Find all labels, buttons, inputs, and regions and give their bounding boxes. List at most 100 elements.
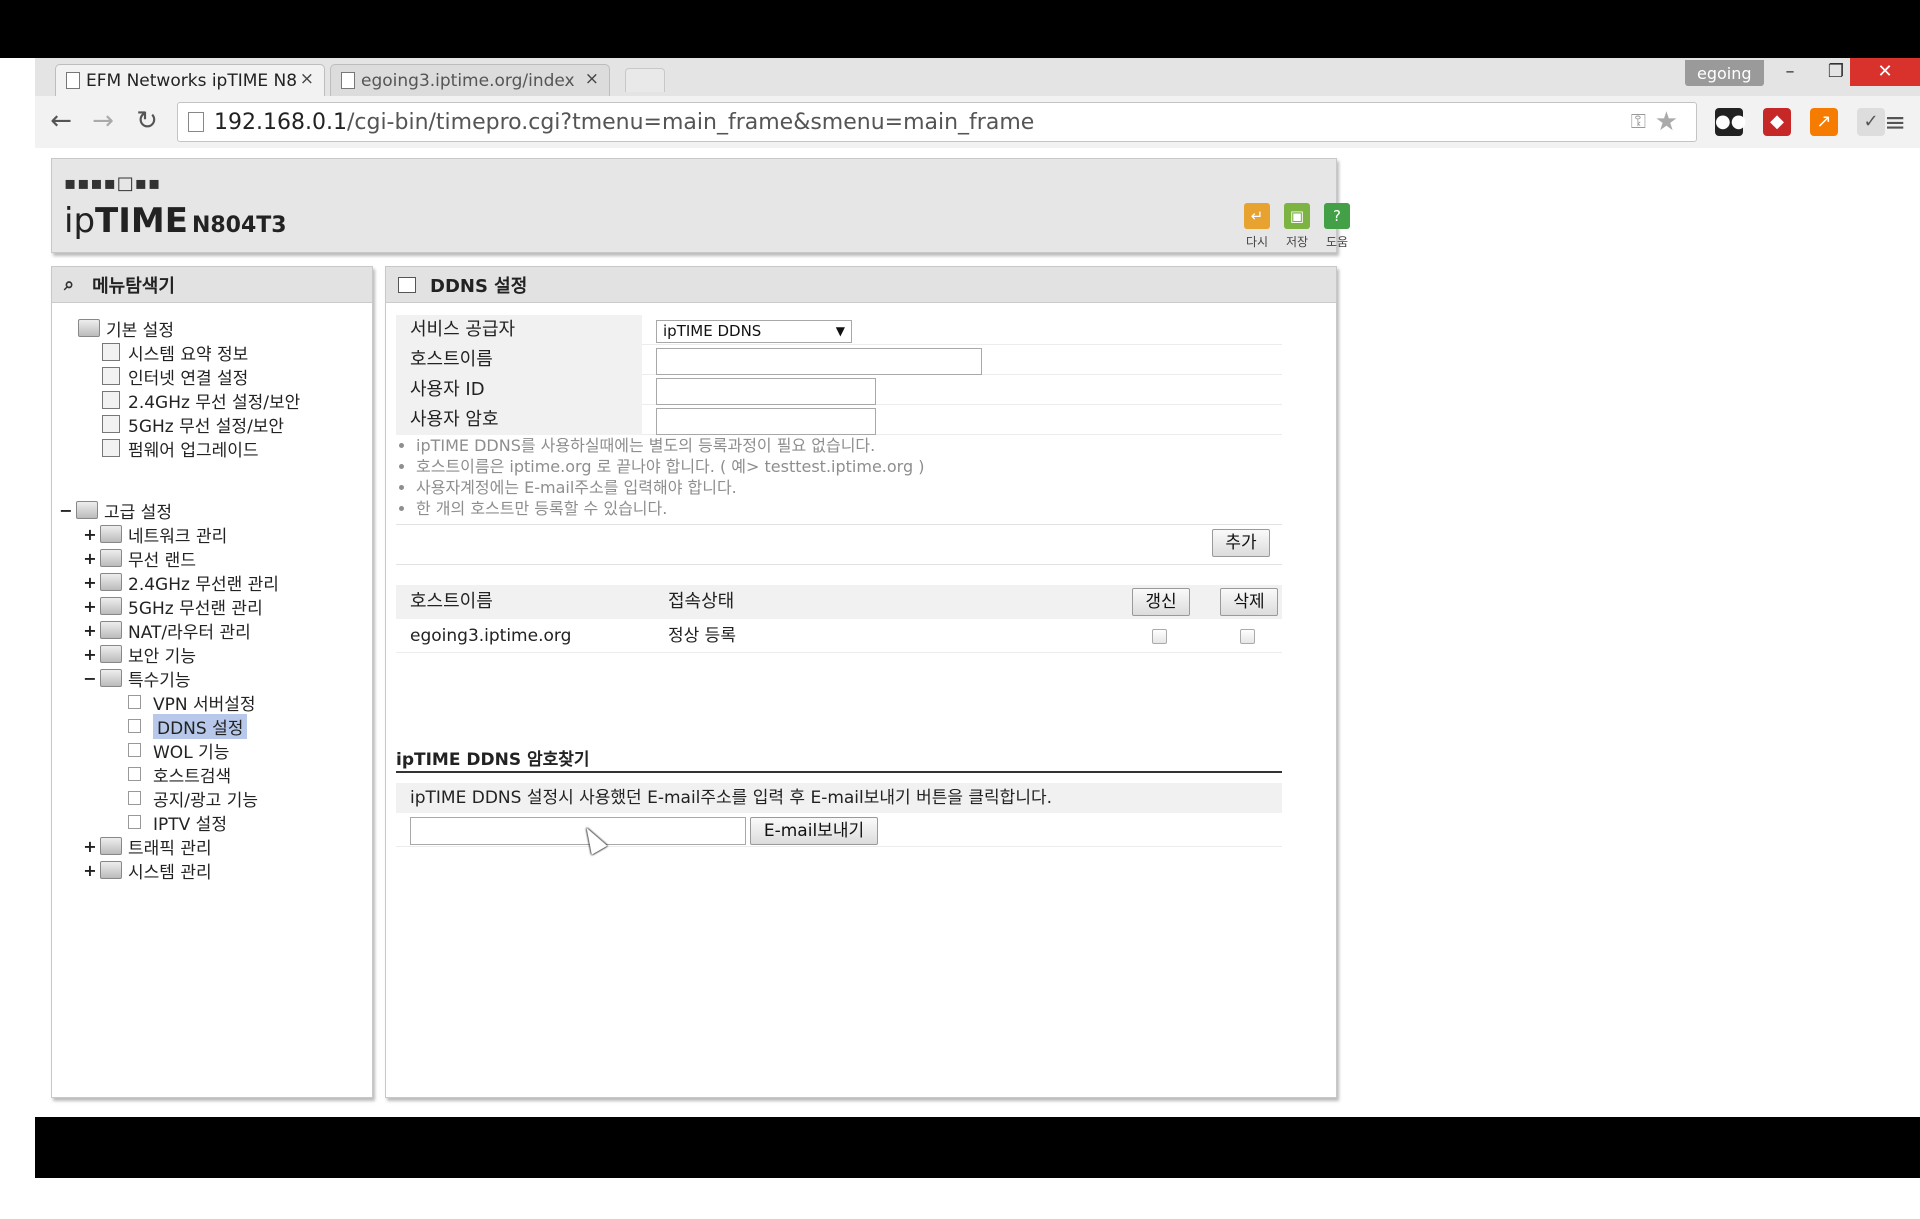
page-icon [128, 719, 141, 733]
tree-label: 공지/광고 기능 [153, 790, 258, 811]
window-close-button[interactable]: ✕ [1850, 58, 1920, 86]
tree-label: IPTV 설정 [153, 814, 227, 835]
page-title: DDNS 설정 [430, 275, 528, 297]
note-item: ipTIME DDNS를 사용하실때에는 별도의 등록과정이 필요 없습니다. [416, 435, 924, 456]
expand-icon[interactable]: + [80, 573, 100, 592]
tree-basic[interactable]: 기본 설정 [78, 317, 174, 341]
collapse-icon[interactable]: − [56, 501, 76, 520]
page-icon [341, 72, 355, 89]
tree-item-internet[interactable]: 인터넷 연결 설정 [102, 365, 249, 389]
refresh-button[interactable]: 갱신 [1132, 588, 1190, 616]
bookmark-star-icon[interactable]: ★ [1655, 107, 1678, 137]
tree-item-vpn[interactable]: VPN 서버설정 [128, 691, 256, 715]
minimize-button[interactable]: – [1767, 58, 1813, 86]
userid-input[interactable] [656, 378, 876, 405]
refresh-checkbox[interactable] [1152, 629, 1167, 644]
tree-label: 특수기능 [128, 670, 191, 691]
tree-special[interactable]: − 특수기능 [80, 667, 191, 691]
dropdown-arrow-icon: ▼ [835, 324, 845, 338]
expand-icon[interactable]: + [80, 549, 100, 568]
url-host: 192.168.0.1 [214, 109, 347, 135]
new-tab-button[interactable] [625, 68, 665, 92]
tree-label: VPN 서버설정 [153, 694, 256, 715]
page-icon [128, 695, 141, 709]
ddns-notes: ipTIME DDNS를 사용하실때에는 별도의 등록과정이 필요 없습니다. … [412, 435, 924, 519]
tree-item-5-wlan[interactable]: +5GHz 무선랜 관리 [80, 595, 262, 619]
tab-egoing3[interactable]: egoing3.iptime.org/index × [330, 64, 610, 96]
tree-item-5ghz[interactable]: 5GHz 무선 설정/보안 [102, 413, 284, 437]
tree-item-security[interactable]: + 보안 기능 [80, 643, 196, 667]
browser-chrome: EFM Networks ipTIME N8 × egoing3.iptime.… [35, 58, 1920, 148]
window-icon [398, 276, 416, 293]
tree-advanced[interactable]: − 고급 설정 [56, 499, 172, 523]
add-button[interactable]: 추가 [1212, 529, 1270, 557]
collapse-icon[interactable]: − [80, 669, 100, 688]
close-icon[interactable]: × [585, 69, 599, 89]
help-icon[interactable]: ? [1324, 203, 1350, 229]
close-icon[interactable]: × [300, 69, 314, 89]
userid-label: 사용자 ID [396, 375, 642, 405]
address-bar[interactable]: 192.168.0.1/cgi-bin/timepro.cgi?tmenu=ma… [177, 102, 1697, 142]
tree-item-system[interactable]: + 시스템 관리 [80, 859, 212, 883]
tree-item-traffic[interactable]: + 트래픽 관리 [80, 835, 211, 859]
provider-row: 서비스 공급자 ipTIME DDNS ▼ [396, 315, 1282, 345]
expand-icon[interactable]: + [80, 837, 100, 856]
tree-item-firmware[interactable]: 펌웨어 업그레이드 [102, 437, 259, 461]
tab-label: EFM Networks ipTIME N8 [86, 70, 298, 91]
tree-item-ddns[interactable]: DDNS 설정 [128, 713, 248, 739]
save-icon[interactable]: ▣ [1284, 203, 1310, 229]
tree-item-notice[interactable]: 공지/광고 기능 [128, 787, 258, 811]
folder-icon [100, 549, 122, 567]
extension-diamond-icon[interactable]: ◆ [1763, 108, 1791, 136]
key-icon[interactable]: ⚿ [1631, 109, 1646, 133]
password-find-desc: ipTIME DDNS 설정시 사용했던 E-mail주소를 입력 후 E-ma… [396, 783, 1282, 813]
tree-item-band[interactable]: + 무선 랜드 [80, 547, 196, 571]
tree-label: 보안 기능 [128, 646, 196, 667]
tree-item-wol[interactable]: WOL 기능 [128, 739, 229, 763]
tree-item-24ghz[interactable]: 2.4GHz 무선 설정/보안 [102, 389, 300, 413]
brand-time: TIME [95, 201, 188, 241]
folder-icon [100, 525, 122, 543]
expand-icon[interactable]: + [80, 525, 100, 544]
expand-icon[interactable]: + [80, 597, 100, 616]
router-header: ▪▪▪▪□▪▪ ipTIME N804T3 ↵ 다시 ▣ 저장 ? 도움 [51, 158, 1350, 253]
tree-item-network[interactable]: + 네트워크 관리 [80, 523, 228, 547]
send-email-button[interactable]: E-mail보내기 [750, 817, 878, 845]
back-icon[interactable]: ← [45, 106, 77, 138]
ddns-panel: DDNS 설정 서비스 공급자 ipTIME DDNS ▼ 호스트이름 사용자 I… [385, 266, 1337, 1098]
tree-item-iptv[interactable]: IPTV 설정 [128, 811, 227, 835]
provider-select[interactable]: ipTIME DDNS ▼ [656, 320, 852, 343]
hostname-input[interactable] [656, 348, 982, 375]
extension-card-icon[interactable]: ✓ [1857, 108, 1885, 136]
email-input[interactable] [410, 817, 746, 845]
menu-icon[interactable]: ≡ [1884, 108, 1906, 138]
delete-button[interactable]: 삭제 [1220, 588, 1278, 616]
tab-iptime[interactable]: EFM Networks ipTIME N8 × [55, 64, 325, 96]
tree-item-hostsearch[interactable]: 호스트검색 [128, 763, 231, 787]
provider-value: ipTIME DDNS [663, 322, 762, 340]
profile-badge[interactable]: egoing [1685, 60, 1764, 86]
reload-icon[interactable]: ↻ [131, 106, 163, 138]
brand-ip: ip [64, 201, 96, 241]
expand-icon[interactable]: + [80, 861, 100, 880]
folder-icon [100, 837, 122, 855]
page-icon [128, 815, 141, 829]
hostname-label: 호스트이름 [396, 345, 642, 375]
reload-config-label: 다시 [1245, 235, 1269, 249]
extension-glasses-icon[interactable]: ●● [1715, 108, 1746, 136]
extension-chart-icon[interactable]: ↗ [1810, 108, 1838, 136]
expand-icon[interactable]: + [80, 645, 100, 664]
reload-config-icon[interactable]: ↵ [1244, 203, 1270, 229]
tree-label: 무선 랜드 [128, 550, 196, 571]
save-label: 저장 [1285, 235, 1309, 249]
expand-icon[interactable]: + [80, 621, 100, 640]
forward-icon[interactable]: → [87, 106, 119, 138]
tree-item-24-wlan[interactable]: +2.4GHz 무선랜 관리 [80, 571, 279, 595]
tree-label: 시스템 관리 [128, 862, 212, 883]
tree-item-system-summary[interactable]: 시스템 요약 정보 [102, 341, 248, 365]
tree-label: 인터넷 연결 설정 [128, 368, 249, 389]
tree-label: 네트워크 관리 [128, 526, 228, 547]
delete-checkbox[interactable] [1240, 629, 1255, 644]
password-input[interactable] [656, 408, 876, 435]
tree-item-nat[interactable]: + NAT/라우터 관리 [80, 619, 250, 643]
